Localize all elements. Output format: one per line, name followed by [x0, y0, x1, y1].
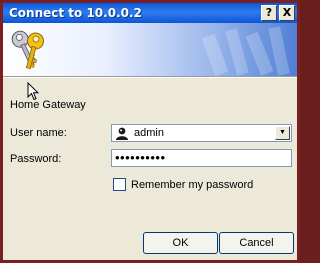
chevron-down-icon[interactable]: ▼ — [275, 126, 290, 140]
close-button[interactable]: X — [279, 5, 295, 21]
username-combobox[interactable]: admin ▼ — [111, 124, 292, 142]
ok-button[interactable]: OK — [143, 232, 218, 254]
remember-password-label: Remember my password — [131, 179, 254, 191]
username-label: User name: — [10, 127, 67, 139]
realm-label: Home Gateway — [10, 99, 86, 111]
username-value: admin — [134, 127, 164, 139]
password-field[interactable]: •••••••••• — [111, 149, 292, 167]
remember-password-checkbox[interactable] — [113, 178, 126, 191]
banner-divider — [3, 76, 297, 78]
login-dialog: Connect to 10.0.0.2 ? X Home Gateway Use… — [0, 0, 300, 263]
window-title: Connect to 10.0.0.2 — [9, 6, 142, 20]
cancel-button[interactable]: Cancel — [219, 232, 294, 254]
password-value: •••••••••• — [115, 150, 166, 165]
help-button[interactable]: ? — [261, 5, 277, 21]
keys-icon — [11, 30, 45, 70]
title-bar[interactable]: Connect to 10.0.0.2 ? X — [3, 3, 297, 23]
password-label: Password: — [10, 153, 62, 165]
user-icon — [116, 127, 128, 140]
banner — [3, 23, 297, 76]
